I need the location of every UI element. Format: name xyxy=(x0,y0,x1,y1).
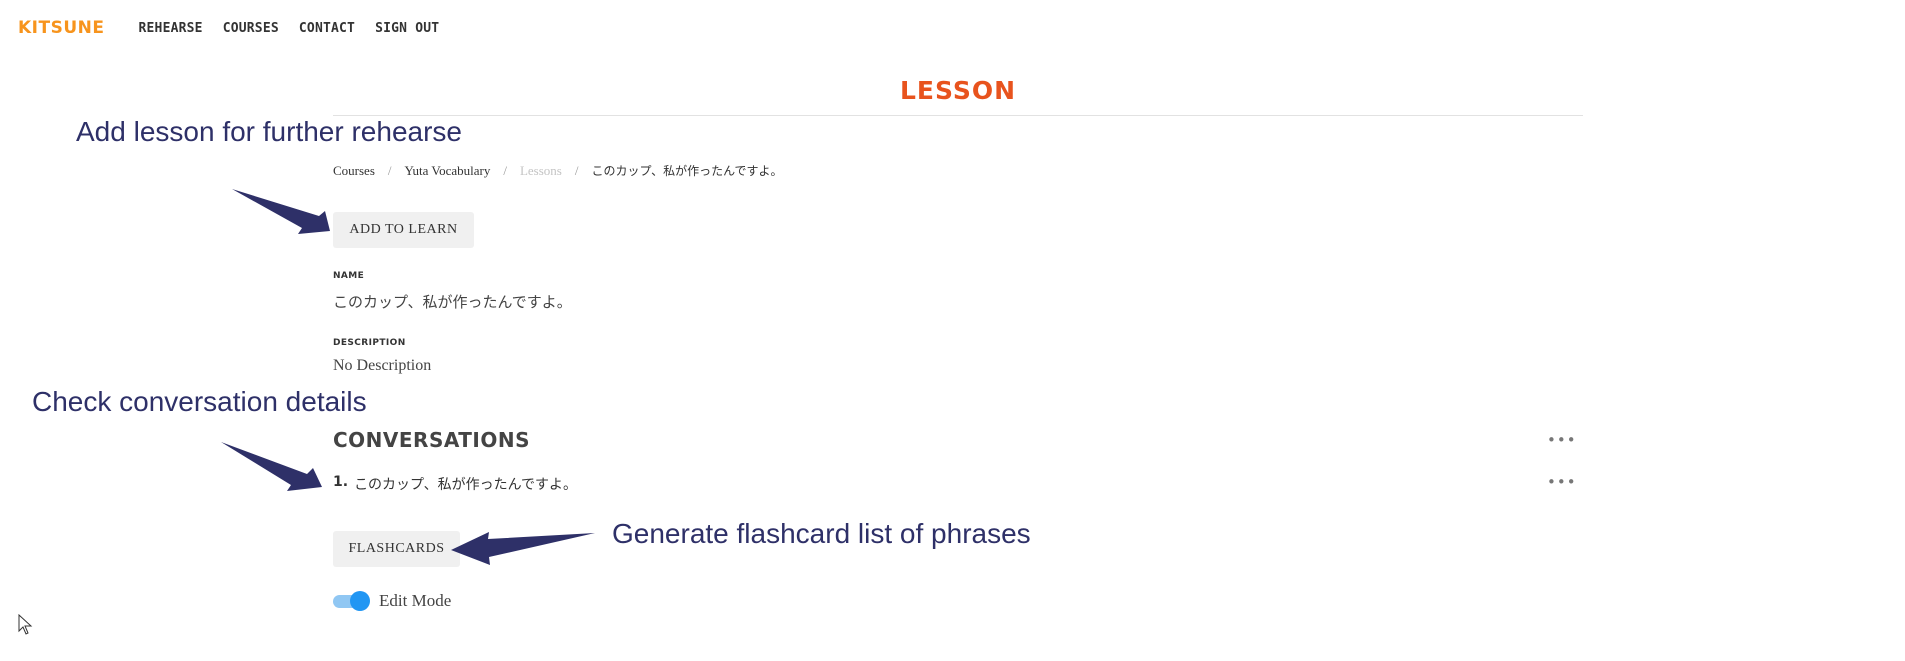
arrow-to-add-to-learn-icon xyxy=(232,189,330,234)
mouse-cursor-icon xyxy=(18,614,33,635)
arrow-to-flashcards-icon xyxy=(451,532,595,565)
annotation-arrows xyxy=(221,189,595,565)
arrow-to-conversation-icon xyxy=(221,442,322,491)
